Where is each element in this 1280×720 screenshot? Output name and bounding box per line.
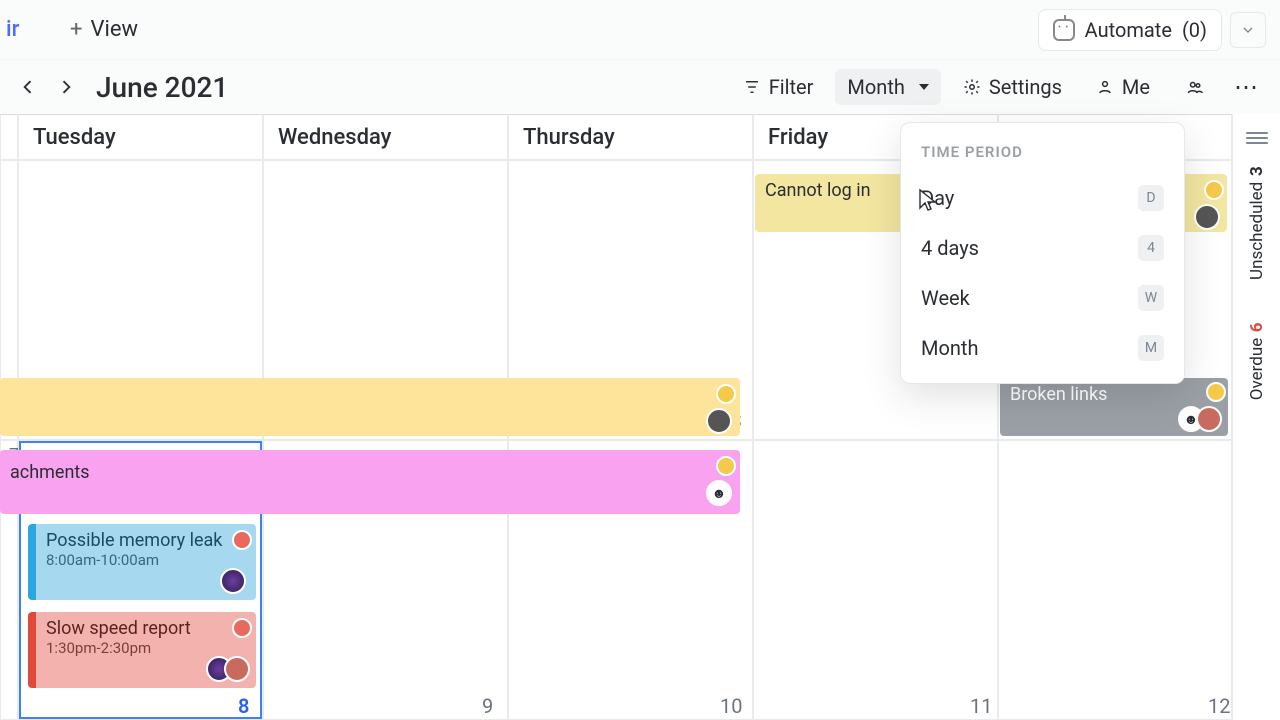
date-number: 11 xyxy=(970,694,992,718)
event-title: Cannot log in xyxy=(765,180,871,201)
status-badge-icon xyxy=(232,530,252,550)
add-view-label: View xyxy=(90,17,138,42)
side-rail: Unscheduled 3 Overdue 6 xyxy=(1232,114,1280,720)
people-icon xyxy=(1184,76,1206,98)
time-period-dropdown: TIME PERIOD Day D 4 days 4 Week W Month … xyxy=(900,122,1185,384)
event-title: Possible memory leak xyxy=(46,530,246,551)
date-number: 9 xyxy=(482,694,493,718)
dropdown-item-label: Week xyxy=(921,286,970,310)
automate-label: Automate xyxy=(1085,18,1172,42)
status-badge-icon xyxy=(1204,180,1224,200)
event-spanning-yellow[interactable] xyxy=(0,378,740,436)
day-header-tue: Tuesday xyxy=(18,114,263,160)
day-header-partial xyxy=(0,114,18,160)
event-time: 8:00am-10:00am xyxy=(46,551,246,569)
settings-button[interactable]: Settings xyxy=(951,69,1074,105)
automate-button[interactable]: Automate (0) xyxy=(1038,9,1222,51)
dropdown-item-label: 4 days xyxy=(921,236,979,260)
day-header-thu: Thursday xyxy=(508,114,753,160)
me-button[interactable]: Me xyxy=(1084,69,1162,105)
add-view-button[interactable]: + View xyxy=(70,17,138,42)
keyboard-shortcut-badge: W xyxy=(1138,285,1164,311)
day-header-wed: Wednesday xyxy=(263,114,508,160)
status-badge-icon xyxy=(1206,382,1226,402)
status-badge-icon xyxy=(716,456,736,476)
more-menu-button[interactable]: ⋯ xyxy=(1228,73,1266,101)
settings-label: Settings xyxy=(989,75,1062,99)
day-cell[interactable] xyxy=(998,440,1232,720)
dropdown-item-day[interactable]: Day D xyxy=(901,173,1184,223)
me-label: Me xyxy=(1122,75,1150,99)
event-title: Broken links xyxy=(1010,384,1107,405)
assignee-avatar[interactable] xyxy=(706,408,732,434)
calendar-toolbar: June 2021 Filter Month Settings Me ⋯ xyxy=(0,60,1280,114)
view-name-truncated: ir xyxy=(6,17,22,42)
date-number: 10 xyxy=(720,694,742,718)
plus-icon: + xyxy=(70,17,82,42)
assignee-avatar[interactable] xyxy=(224,656,250,682)
date-number: 12 xyxy=(1208,694,1230,718)
unscheduled-button[interactable]: Unscheduled 3 xyxy=(1247,166,1267,280)
date-number: 8 xyxy=(238,694,249,718)
assignee-avatar[interactable] xyxy=(1196,406,1222,432)
filter-label: Filter xyxy=(769,75,814,99)
top-bar: ir + View Automate (0) xyxy=(0,0,1280,60)
dropdown-item-4days[interactable]: 4 days 4 xyxy=(901,223,1184,273)
period-title: June 2021 xyxy=(96,71,228,104)
assignee-avatar[interactable] xyxy=(1194,204,1220,230)
rail-toggle-icon[interactable] xyxy=(1246,132,1268,146)
event-attachments[interactable]: achments xyxy=(0,450,740,514)
day-cell[interactable] xyxy=(753,440,998,720)
dropdown-item-month[interactable]: Month M xyxy=(901,323,1184,373)
dropdown-header: TIME PERIOD xyxy=(901,137,1184,173)
status-badge-icon xyxy=(232,618,252,638)
overdue-count: 6 xyxy=(1247,322,1267,332)
people-button[interactable] xyxy=(1172,70,1218,104)
assignee-avatar[interactable]: ☻ xyxy=(706,480,732,506)
unscheduled-label: Unscheduled xyxy=(1247,182,1267,280)
status-badge-icon xyxy=(716,384,736,404)
robot-icon xyxy=(1053,19,1075,41)
overdue-button[interactable]: Overdue 6 xyxy=(1247,322,1267,400)
unscheduled-count: 3 xyxy=(1247,166,1267,176)
keyboard-shortcut-badge: 4 xyxy=(1138,235,1164,261)
automate-count: (0) xyxy=(1182,18,1207,42)
event-time: 1:30pm-2:30pm xyxy=(46,639,246,657)
keyboard-shortcut-badge: M xyxy=(1138,335,1164,361)
event-title: Slow speed report xyxy=(46,618,246,639)
overdue-label: Overdue xyxy=(1247,338,1267,400)
view-mode-label: Month xyxy=(847,75,904,99)
view-mode-dropdown[interactable]: Month xyxy=(835,69,940,105)
automate-dropdown-toggle[interactable] xyxy=(1230,12,1266,48)
next-period-button[interactable] xyxy=(52,69,80,105)
cursor-icon xyxy=(917,188,939,219)
dropdown-item-week[interactable]: Week W xyxy=(901,273,1184,323)
dropdown-item-label: Month xyxy=(921,336,978,360)
keyboard-shortcut-badge: D xyxy=(1138,185,1164,211)
event-title-partial: achments xyxy=(10,462,90,483)
filter-button[interactable]: Filter xyxy=(731,69,826,105)
assignee-avatar[interactable] xyxy=(220,568,246,594)
prev-period-button[interactable] xyxy=(14,69,42,105)
